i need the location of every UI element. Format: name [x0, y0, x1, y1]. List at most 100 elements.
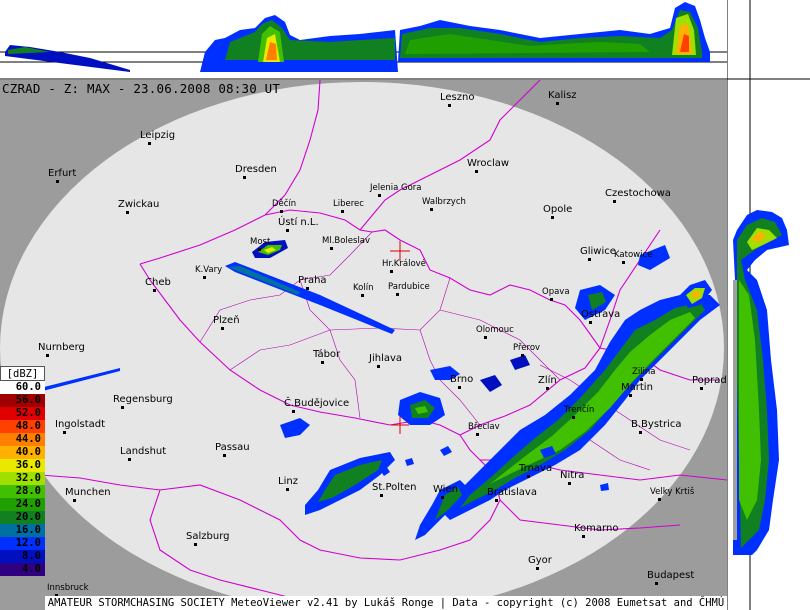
city-dot [550, 298, 553, 301]
city-label: Martin [621, 382, 653, 393]
city-label: Czestochowa [605, 188, 671, 199]
city-label: Dresden [235, 164, 277, 175]
city-dot [589, 321, 592, 324]
city-dot [568, 482, 571, 485]
city-label: Munchen [65, 487, 111, 498]
profile-corner [726, 0, 810, 80]
city-dot [551, 216, 554, 219]
city-label: Tábor [312, 348, 341, 360]
legend-level: 20.0 [0, 511, 45, 524]
city-label: Jelenia Gora [369, 183, 421, 193]
city-dot [640, 378, 643, 381]
side-echo [733, 280, 737, 540]
city-dot [380, 494, 383, 497]
city-label: Děčín [272, 198, 296, 209]
city-dot [306, 287, 309, 290]
city-dot [243, 176, 246, 179]
city-dot [223, 454, 226, 457]
city-dot [153, 289, 156, 292]
city-dot [396, 293, 399, 296]
city-dot [378, 194, 381, 197]
city-label: Budapest [647, 570, 694, 581]
city-dot [476, 433, 479, 436]
city-label: Jihlava [368, 353, 402, 364]
dbz-legend: [dBZ] 60.0 56.0 52.0 48.0 44.0 40.0 36.0 32.0 28… [0, 366, 45, 576]
city-label: Gyor [528, 555, 553, 566]
legend-level: 48.0 [0, 420, 45, 433]
city-label: Leszno [440, 92, 474, 103]
city-label: Olomouc [476, 325, 514, 335]
city-label: Opava [542, 287, 570, 297]
city-dot [377, 365, 380, 368]
city-dot [73, 499, 76, 502]
city-dot [286, 488, 289, 491]
city-label: Kalisz [548, 90, 577, 101]
city-label: K.Vary [195, 265, 222, 275]
city-label: Praha [298, 275, 327, 286]
legend-level: 28.0 [0, 485, 45, 498]
city-dot [330, 247, 333, 250]
top-profile-svg [0, 2, 727, 80]
city-label: Ústí n.L. [278, 215, 319, 228]
city-label: Poprad [692, 375, 727, 386]
city-label: Velky Krtiš [650, 486, 695, 497]
city-dot [495, 499, 498, 502]
city-dot [126, 211, 129, 214]
city-dot [286, 229, 289, 232]
city-dot [258, 248, 261, 251]
city-label: Gliwice [580, 246, 616, 257]
city-label: Cheb [145, 277, 171, 288]
city-dot [430, 208, 433, 211]
city-dot [203, 276, 206, 279]
side-profile-svg [726, 80, 789, 610]
city-dot [700, 387, 703, 390]
city-label: Landshut [120, 446, 166, 457]
radar-map-svg: Leszno Kalisz Leipzig Erfurt Dresden Jelenia … [0, 80, 727, 610]
city-label: Ostrava [581, 309, 620, 320]
city-label: Č.Budějovice [284, 396, 349, 409]
legend-level: 60.0 [0, 381, 45, 394]
radar-map[interactable]: Leszno Kalisz Leipzig Erfurt Dresden Jelenia … [0, 80, 727, 610]
city-dot [613, 200, 616, 203]
city-dot [390, 270, 393, 273]
city-label: Erfurt [48, 168, 76, 179]
legend-level: 12.0 [0, 537, 45, 550]
city-dot [361, 294, 364, 297]
side-cross-section-profile [726, 80, 810, 610]
city-dot [484, 336, 487, 339]
city-label: Wien [433, 484, 458, 495]
city-dot [194, 543, 197, 546]
legend-level: 52.0 [0, 407, 45, 420]
city-label: Pardubice [388, 282, 430, 292]
city-dot [221, 327, 224, 330]
legend-level: 40.0 [0, 446, 45, 459]
legend-level: 32.0 [0, 472, 45, 485]
city-label: Salzburg [186, 531, 229, 542]
corner-svg [726, 0, 810, 80]
city-dot [56, 180, 59, 183]
city-label: Brno [450, 374, 473, 385]
city-dot [321, 361, 324, 364]
city-dot [341, 210, 344, 213]
city-dot [475, 170, 478, 173]
city-dot [556, 102, 559, 105]
map-title: CZRAD - Z: MAX - 23.06.2008 08:30 UT [2, 81, 281, 96]
top-cross-section-profile [0, 0, 727, 80]
legend-level: 56.0 [0, 394, 45, 407]
city-label: Břeclav [468, 422, 500, 432]
city-dot [292, 410, 295, 413]
city-label: Nitra [560, 470, 584, 481]
city-dot [46, 354, 49, 357]
city-label: Ml.Boleslav [322, 236, 370, 246]
city-dot [536, 567, 539, 570]
copyright-footer: AMATEUR STORMCHASING SOCIETY MeteoViewer… [45, 596, 727, 610]
legend-level: 8.0 [0, 550, 45, 563]
city-dot [572, 416, 575, 419]
city-dot [148, 142, 151, 145]
legend-level: 24.0 [0, 498, 45, 511]
city-dot [622, 261, 625, 264]
city-label: B.Bystrica [631, 419, 681, 430]
city-label: Katowice [614, 250, 652, 260]
legend-level: 4.0 [0, 563, 45, 576]
city-label: Zlín [538, 374, 557, 386]
